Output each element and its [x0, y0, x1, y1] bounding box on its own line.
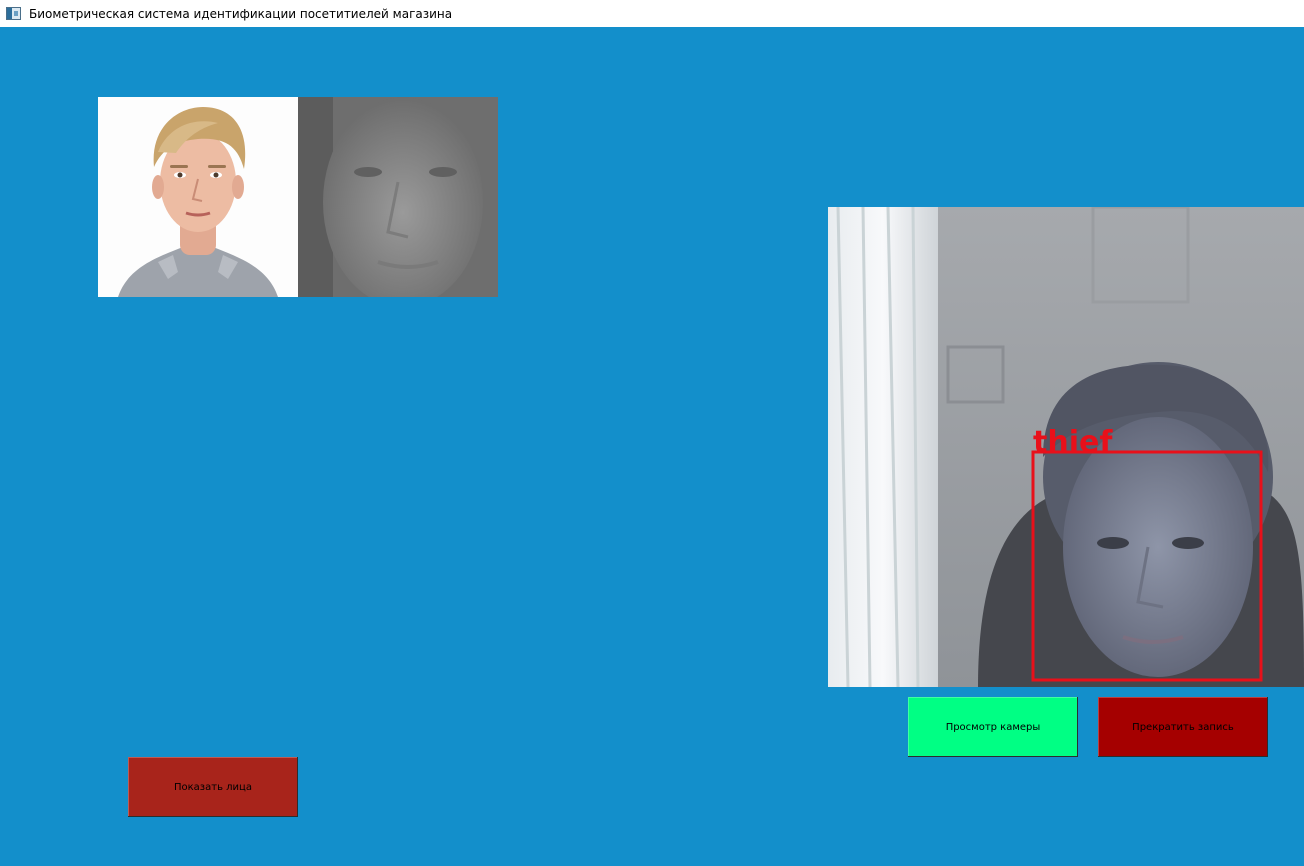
stop-recording-button-label: Прекратить запись [1132, 721, 1234, 733]
app-window-icon [6, 7, 21, 20]
camera-feed: thief [828, 207, 1304, 687]
detection-label: thief [1033, 425, 1113, 460]
window-titlebar: Биометрическая система идентификации пос… [0, 0, 1304, 27]
grayscale-face-photo [298, 97, 498, 297]
reference-face-image [98, 97, 298, 297]
grayscale-face-image [298, 97, 498, 297]
show-faces-button[interactable]: Показать лица [128, 757, 298, 817]
stop-recording-button[interactable]: Прекратить запись [1098, 697, 1268, 757]
reference-face-photo [98, 97, 298, 297]
window-title: Биометрическая система идентификации пос… [29, 6, 453, 21]
camera-frame: thief [828, 207, 1304, 687]
view-camera-button[interactable]: Просмотр камеры [908, 697, 1078, 757]
view-camera-button-label: Просмотр камеры [945, 721, 1041, 733]
show-faces-button-label: Показать лица [174, 781, 252, 793]
